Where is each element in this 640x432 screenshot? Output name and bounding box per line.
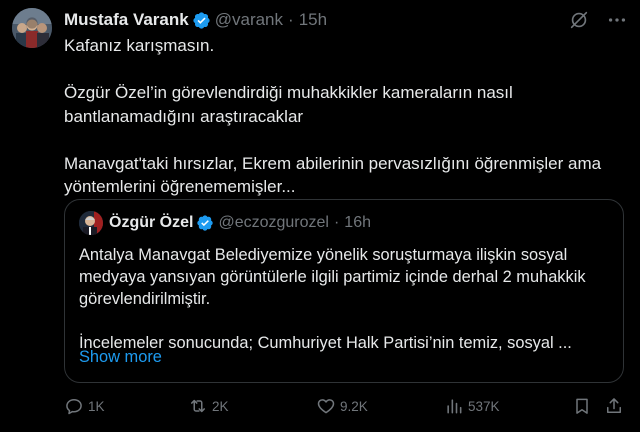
reply-button[interactable]: 1K [64, 396, 105, 416]
like-button[interactable]: 9.2K [316, 396, 368, 416]
tweet-time[interactable]: 15h [299, 10, 327, 30]
bookmark-button[interactable] [572, 396, 596, 416]
views-count: 537K [468, 398, 500, 414]
tweet-line: Özgür Özel’in görevlendirdiği muhakkikle… [64, 83, 513, 102]
views-button[interactable]: 537K [444, 396, 500, 416]
more-options-icon[interactable] [606, 9, 628, 31]
tweet-line: bantlanamadığını araştıracaklar [64, 106, 304, 126]
repost-count: 2K [212, 398, 229, 414]
quoted-author-handle[interactable]: @eczozgurozel [218, 214, 329, 232]
verified-badge-icon [193, 11, 210, 29]
like-count: 9.2K [340, 398, 368, 414]
share-icon [607, 398, 621, 413]
quoted-tweet[interactable]: Özgür Özel @eczozgurozel · 16h Antalya M… [64, 199, 624, 383]
quoted-author-avatar[interactable] [79, 211, 103, 235]
tweet-text: Kafanız karışmasın. Özgür Özel’in görevl… [64, 34, 628, 199]
tweet-line: Manavgat'taki hırsızlar, Ekrem abilerini… [64, 153, 602, 173]
repost-button[interactable]: 2K [188, 396, 229, 416]
author-name[interactable]: Mustafa Varank [64, 10, 189, 30]
heart-icon [317, 399, 335, 414]
quoted-tweet-line: medyaya yansıyan görüntülerle ilgili par… [79, 268, 586, 286]
tweet-line: Kafanız karışmasın. [64, 36, 215, 55]
quoted-tweet-time[interactable]: 16h [344, 214, 371, 232]
quoted-tweet-text: Antalya Manavgat Belediyemize yönelik so… [79, 244, 609, 354]
author-handle[interactable]: @varank [215, 10, 283, 30]
repost-icon [191, 399, 205, 413]
quoted-tweet-line: görevlendirilmiştir. [79, 290, 211, 308]
grok-icon[interactable] [568, 9, 590, 31]
reply-count: 1K [88, 398, 105, 414]
reply-icon [66, 399, 82, 415]
verified-badge-icon [197, 215, 214, 231]
quoted-tweet-header: Özgür Özel @eczozgurozel · 16h [79, 211, 371, 235]
quoted-author-name[interactable]: Özgür Özel [109, 214, 193, 232]
tweet-header: Mustafa Varank @varank · 15h [64, 9, 628, 31]
show-more-link[interactable]: Show more [79, 348, 162, 367]
quoted-tweet-line: Antalya Manavgat Belediyemize yönelik so… [79, 246, 568, 264]
bookmark-icon [576, 398, 588, 414]
separator-dot: · [288, 10, 294, 29]
author-avatar[interactable] [12, 8, 52, 48]
separator-dot: · [333, 214, 340, 231]
views-icon [447, 399, 462, 414]
tweet[interactable]: Mustafa Varank @varank · 15h Kafanız kar… [0, 0, 640, 432]
tweet-actions: 1K 2K 9.2K 537K [64, 396, 630, 420]
header-icons [568, 9, 628, 31]
tweet-line: yöntemlerini öğrenememişler... [64, 177, 296, 196]
share-button[interactable] [604, 396, 628, 416]
